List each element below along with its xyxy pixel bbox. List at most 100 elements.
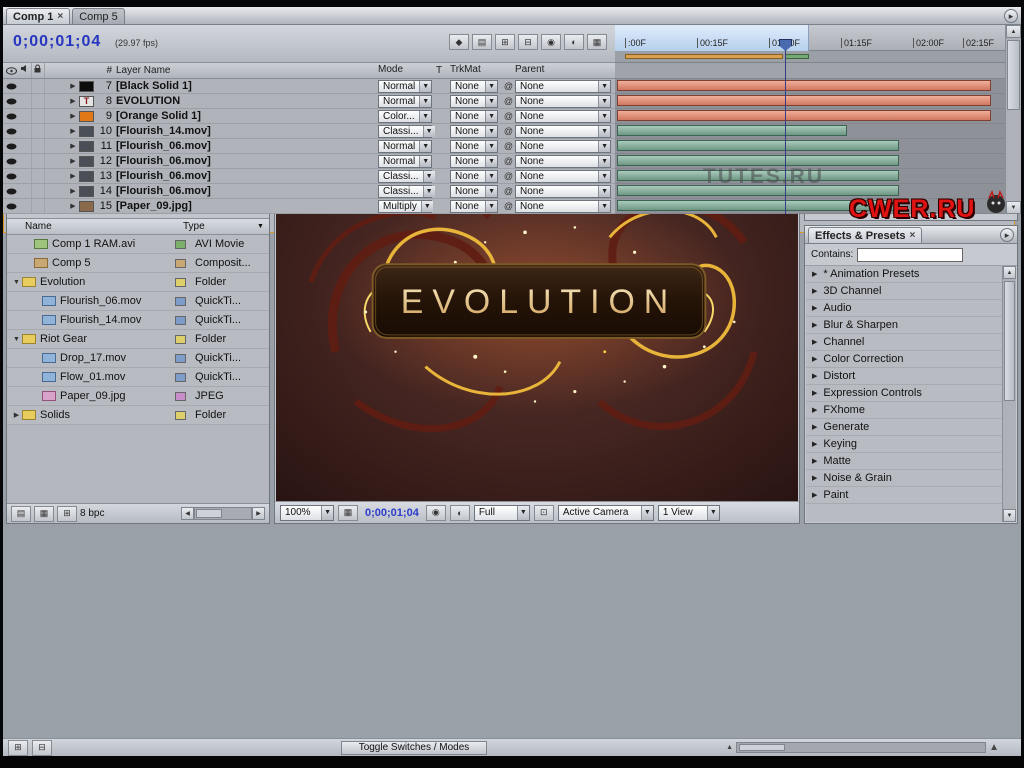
twirl-icon[interactable]: ▶ xyxy=(812,355,817,363)
scrollbar-thumb[interactable] xyxy=(1007,40,1020,110)
label-color-swatch[interactable] xyxy=(175,354,186,363)
column-mode[interactable]: Mode xyxy=(378,64,432,77)
label-color-swatch[interactable] xyxy=(175,335,186,344)
trkmat-dropdown[interactable]: None ▼ xyxy=(450,125,498,138)
layer-twirl-icon[interactable]: ▶ xyxy=(67,172,79,180)
effects-category-row[interactable]: ▶ 3D Channel xyxy=(806,283,1002,300)
brainstorm-button[interactable]: ◐ xyxy=(564,34,584,50)
camera-dropdown[interactable]: Active Camera ▼ xyxy=(558,505,654,521)
audio-toggle[interactable] xyxy=(19,184,32,198)
effects-category-row[interactable]: ▶ Expression Controls xyxy=(806,385,1002,402)
panel-menu-icon[interactable]: ▸ xyxy=(1004,9,1018,23)
twirl-icon[interactable]: ▶ xyxy=(812,338,817,346)
timeline-layer-row[interactable]: ▶ 7 [Black Solid 1] Normal ▼ None ▼ @ xyxy=(3,79,615,94)
effects-category-row[interactable]: ▶ Color Correction xyxy=(806,351,1002,368)
lock-toggle[interactable] xyxy=(32,184,45,198)
layer-duration-bar[interactable] xyxy=(617,110,991,121)
eye-icon[interactable] xyxy=(3,98,19,105)
timeline-layer-row[interactable]: ▶ 11 [Flourish_06.mov] Normal ▼ None ▼ @ xyxy=(3,139,615,154)
effects-category-row[interactable]: ▶ Paint xyxy=(806,487,1002,504)
twirl-icon[interactable]: ▶ xyxy=(812,304,817,312)
layer-duration-bar[interactable] xyxy=(617,80,991,91)
scrollbar-thumb[interactable] xyxy=(196,509,222,518)
pickwhip-icon[interactable]: @ xyxy=(502,81,515,91)
tab-comp1[interactable]: Comp 1 × xyxy=(6,8,70,24)
layer-name[interactable]: [Black Solid 1] xyxy=(116,80,378,92)
layer-twirl-icon[interactable]: ▶ xyxy=(67,112,79,120)
layer-twirl-icon[interactable]: ▶ xyxy=(67,157,79,165)
contains-search-input[interactable] xyxy=(857,248,963,262)
scrollbar-track[interactable] xyxy=(194,507,252,520)
blend-mode-dropdown[interactable]: Normal ▼ xyxy=(378,155,432,168)
label-color-swatch[interactable] xyxy=(175,297,186,306)
effects-category-row[interactable]: ▶ Blur & Sharpen xyxy=(806,317,1002,334)
bpc-label[interactable]: 8 bpc xyxy=(80,508,104,519)
effects-category-row[interactable]: ▶ Matte xyxy=(806,453,1002,470)
column-t[interactable]: T xyxy=(436,65,450,76)
parent-dropdown[interactable]: None ▼ xyxy=(515,170,611,183)
audio-toggle[interactable] xyxy=(19,139,32,153)
trkmat-dropdown[interactable]: None ▼ xyxy=(450,95,498,108)
horizontal-scrollbar[interactable]: ◀ ▶ xyxy=(181,507,265,520)
label-color-swatch[interactable] xyxy=(175,411,186,420)
expand-layer-switches-button[interactable]: ⊞ xyxy=(8,740,28,756)
layer-twirl-icon[interactable]: ▶ xyxy=(67,82,79,90)
timeline-column-header[interactable]: # Layer Name Mode T TrkMat Parent xyxy=(3,63,615,79)
layer-duration-bar[interactable] xyxy=(617,125,847,136)
layer-duration-bar[interactable] xyxy=(617,95,991,106)
effects-category-row[interactable]: ▶ Audio xyxy=(806,300,1002,317)
scroll-up-icon[interactable]: ▲ xyxy=(1006,25,1021,38)
lock-toggle[interactable] xyxy=(32,94,45,108)
twirl-icon[interactable]: ▼ xyxy=(11,336,22,343)
twirl-icon[interactable]: ▶ xyxy=(812,406,817,414)
chevron-down-icon[interactable]: ▼ xyxy=(257,223,269,230)
show-channels-button[interactable]: ◐ xyxy=(450,505,470,521)
project-item-row[interactable]: ▶ Solids Folder xyxy=(7,406,269,425)
expand-transfer-controls-button[interactable]: ⊟ xyxy=(32,740,52,756)
trkmat-dropdown[interactable]: None ▼ xyxy=(450,140,498,153)
scroll-left-icon[interactable]: ◀ xyxy=(181,507,194,520)
project-item-row[interactable]: ▼ Riot Gear Folder xyxy=(7,330,269,349)
timeline-layer-row[interactable]: ▶ 9 [Orange Solid 1] Color... ▼ None ▼ @ xyxy=(3,109,615,124)
timeline-layer-row[interactable]: ▶ 15 [Paper_09.jpg] Multiply ▼ None ▼ @ xyxy=(3,199,615,214)
twirl-icon[interactable]: ▶ xyxy=(812,457,817,465)
zoom-thumb[interactable] xyxy=(739,744,785,751)
twirl-icon[interactable]: ▶ xyxy=(11,411,22,419)
project-item-row[interactable]: Flow_01.mov QuickTi... xyxy=(7,368,269,387)
audio-toggle[interactable] xyxy=(19,79,32,93)
project-item-row[interactable]: Flourish_14.mov QuickTi... xyxy=(7,311,269,330)
lock-toggle[interactable] xyxy=(32,79,45,93)
audio-toggle[interactable] xyxy=(19,94,32,108)
zoom-out-icon[interactable]: ▲ xyxy=(726,744,733,751)
effects-category-row[interactable]: ▶ Channel xyxy=(806,334,1002,351)
layer-name[interactable]: EVOLUTION xyxy=(116,95,378,107)
timeline-layer-row[interactable]: ▶ 13 [Flourish_06.mov] Classi... ▼ None … xyxy=(3,169,615,184)
effects-category-row[interactable]: ▶ Distort xyxy=(806,368,1002,385)
layer-name[interactable]: [Flourish_06.mov] xyxy=(116,140,378,152)
timeline-layer-row[interactable]: ▶ 14 [Flourish_06.mov] Classi... ▼ None … xyxy=(3,184,615,199)
column-trkmat[interactable]: TrkMat xyxy=(450,64,498,77)
time-ruler[interactable]: :00F00:15F01:00F01:15F02:00F02:15F xyxy=(615,25,1005,51)
twirl-icon[interactable]: ▶ xyxy=(812,321,817,329)
pickwhip-icon[interactable]: @ xyxy=(502,186,515,196)
twirl-icon[interactable]: ▶ xyxy=(812,440,817,448)
new-folder-button[interactable]: ▦ xyxy=(34,506,54,522)
layer-name[interactable]: [Flourish_06.mov] xyxy=(116,155,378,167)
layer-name[interactable]: [Paper_09.jpg] xyxy=(116,200,378,212)
panel-menu-icon[interactable]: ▸ xyxy=(1000,228,1014,242)
audio-toggle[interactable] xyxy=(19,169,32,183)
grid-guides-button[interactable]: ▦ xyxy=(338,505,358,521)
label-color-swatch[interactable] xyxy=(175,240,186,249)
twirl-icon[interactable]: ▶ xyxy=(812,287,817,295)
timeline-layer-row[interactable]: ▶ T 8 EVOLUTION Normal ▼ None ▼ @ xyxy=(3,94,615,109)
eye-icon[interactable] xyxy=(3,83,19,90)
project-item-row[interactable]: Paper_09.jpg JPEG xyxy=(7,387,269,406)
timeline-timecode[interactable]: 0;00;01;04 xyxy=(13,33,101,51)
audio-toggle[interactable] xyxy=(19,154,32,168)
motion-blur-button[interactable]: ◉ xyxy=(541,34,561,50)
layer-twirl-icon[interactable]: ▶ xyxy=(67,127,79,135)
scroll-right-icon[interactable]: ▶ xyxy=(252,507,265,520)
twirl-icon[interactable]: ▼ xyxy=(11,279,22,286)
snapshot-button[interactable]: ◉ xyxy=(426,505,446,521)
region-of-interest-button[interactable]: ⊡ xyxy=(534,505,554,521)
